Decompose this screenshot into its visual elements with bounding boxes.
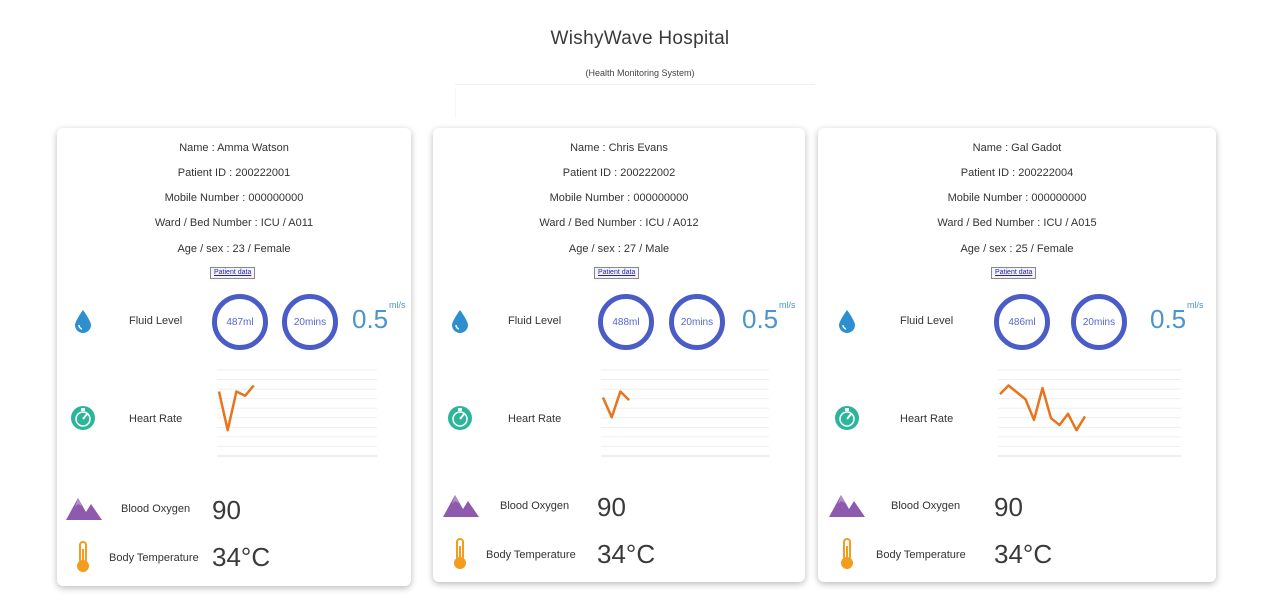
fluid-level-label: Fluid Level xyxy=(129,315,183,327)
fluid-rate-value: 0.5 xyxy=(1150,304,1187,334)
fluid-time-ring: 20mins xyxy=(1071,294,1127,350)
age-sex: Age / sex : 25 / Female xyxy=(960,243,1074,255)
patient-card: Name : Amma Watson Patient ID : 200222001… xyxy=(57,128,411,586)
body-temperature-label: Body Temperature xyxy=(876,549,966,561)
patient-id: Patient ID : 200222001 xyxy=(177,167,291,179)
fluid-rate-value: 0.5 xyxy=(352,304,389,334)
patient-card: Name : Chris Evans Patient ID : 200222002… xyxy=(433,128,805,582)
patient-data-button[interactable]: Patient data xyxy=(991,267,1037,279)
blood-oxygen-label: Blood Oxygen xyxy=(500,500,570,512)
mountains-icon xyxy=(66,496,102,525)
patient-data-button[interactable]: Patient data xyxy=(210,267,256,279)
divider xyxy=(455,88,456,118)
ward-bed-number: Ward / Bed Number : ICU / A012 xyxy=(539,217,699,229)
blood-oxygen-label: Blood Oxygen xyxy=(121,503,191,515)
thermometer-icon xyxy=(452,538,468,575)
water-drop-icon xyxy=(74,309,92,338)
patient-name: Name : Gal Gadot xyxy=(972,142,1062,154)
water-drop-icon xyxy=(838,309,856,338)
body-temperature-value: 34°C xyxy=(212,542,271,572)
blood-oxygen-value: 90 xyxy=(597,492,626,522)
thermometer-icon xyxy=(839,538,855,575)
heart-rate-chart xyxy=(601,369,769,457)
patient-data-button[interactable]: Patient data xyxy=(594,267,640,279)
age-sex: Age / sex : 27 / Male xyxy=(568,243,670,255)
heart-rate-chart xyxy=(217,369,377,457)
ward-bed-number: Ward / Bed Number : ICU / A015 xyxy=(937,217,1097,229)
fluid-volume-ring: 486ml xyxy=(994,294,1050,350)
ward-bed-number: Ward / Bed Number : ICU / A011 xyxy=(154,217,314,229)
fluid-rate-unit: ml/s xyxy=(779,300,796,310)
fluid-level-label: Fluid Level xyxy=(900,315,954,327)
fluid-time-ring: 20mins xyxy=(669,294,725,350)
patient-id: Patient ID : 200222004 xyxy=(960,167,1074,179)
heart-rate-label: Heart Rate xyxy=(129,413,183,425)
mobile-number: Mobile Number : 000000000 xyxy=(549,192,689,204)
patient-id: Patient ID : 200222002 xyxy=(562,167,676,179)
body-temperature-value: 34°C xyxy=(994,539,1053,569)
body-temperature-label: Body Temperature xyxy=(109,552,199,564)
fluid-rate-value: 0.5 xyxy=(742,304,779,334)
body-temperature-label: Body Temperature xyxy=(486,549,576,561)
mobile-number: Mobile Number : 000000000 xyxy=(164,192,304,204)
blood-oxygen-value: 90 xyxy=(212,495,241,525)
patient-name: Name : Chris Evans xyxy=(570,142,668,154)
page-subtitle: (Health Monitoring System) xyxy=(585,68,695,78)
fluid-level-label: Fluid Level xyxy=(508,315,562,327)
blood-oxygen-value: 90 xyxy=(994,492,1023,522)
patient-name: Name : Amma Watson xyxy=(179,142,289,154)
heart-rate-chart xyxy=(998,369,1181,457)
speedometer-icon xyxy=(447,405,473,436)
body-temperature-value: 34°C xyxy=(597,539,656,569)
speedometer-icon xyxy=(834,405,860,436)
fluid-rate-unit: ml/s xyxy=(389,300,406,310)
divider xyxy=(455,84,815,85)
thermometer-icon xyxy=(75,541,91,578)
mountains-icon xyxy=(443,493,479,522)
mobile-number: Mobile Number : 000000000 xyxy=(947,192,1087,204)
patient-card: Name : Gal Gadot Patient ID : 200222004 Mo… xyxy=(818,128,1216,582)
blood-oxygen-label: Blood Oxygen xyxy=(891,500,961,512)
age-sex: Age / sex : 23 / Female xyxy=(177,243,291,255)
heart-rate-line xyxy=(601,390,630,419)
heart-rate-label: Heart Rate xyxy=(900,413,954,425)
heart-rate-label: Heart Rate xyxy=(508,413,562,425)
water-drop-icon xyxy=(451,309,469,338)
fluid-volume-ring: 488ml xyxy=(598,294,654,350)
speedometer-icon xyxy=(70,405,96,436)
fluid-rate-unit: ml/s xyxy=(1187,300,1204,310)
mountains-icon xyxy=(829,493,865,522)
fluid-volume-ring: 487ml xyxy=(212,294,268,350)
fluid-time-ring: 20mins xyxy=(282,294,338,350)
page-title: WishyWave Hospital xyxy=(550,28,730,49)
